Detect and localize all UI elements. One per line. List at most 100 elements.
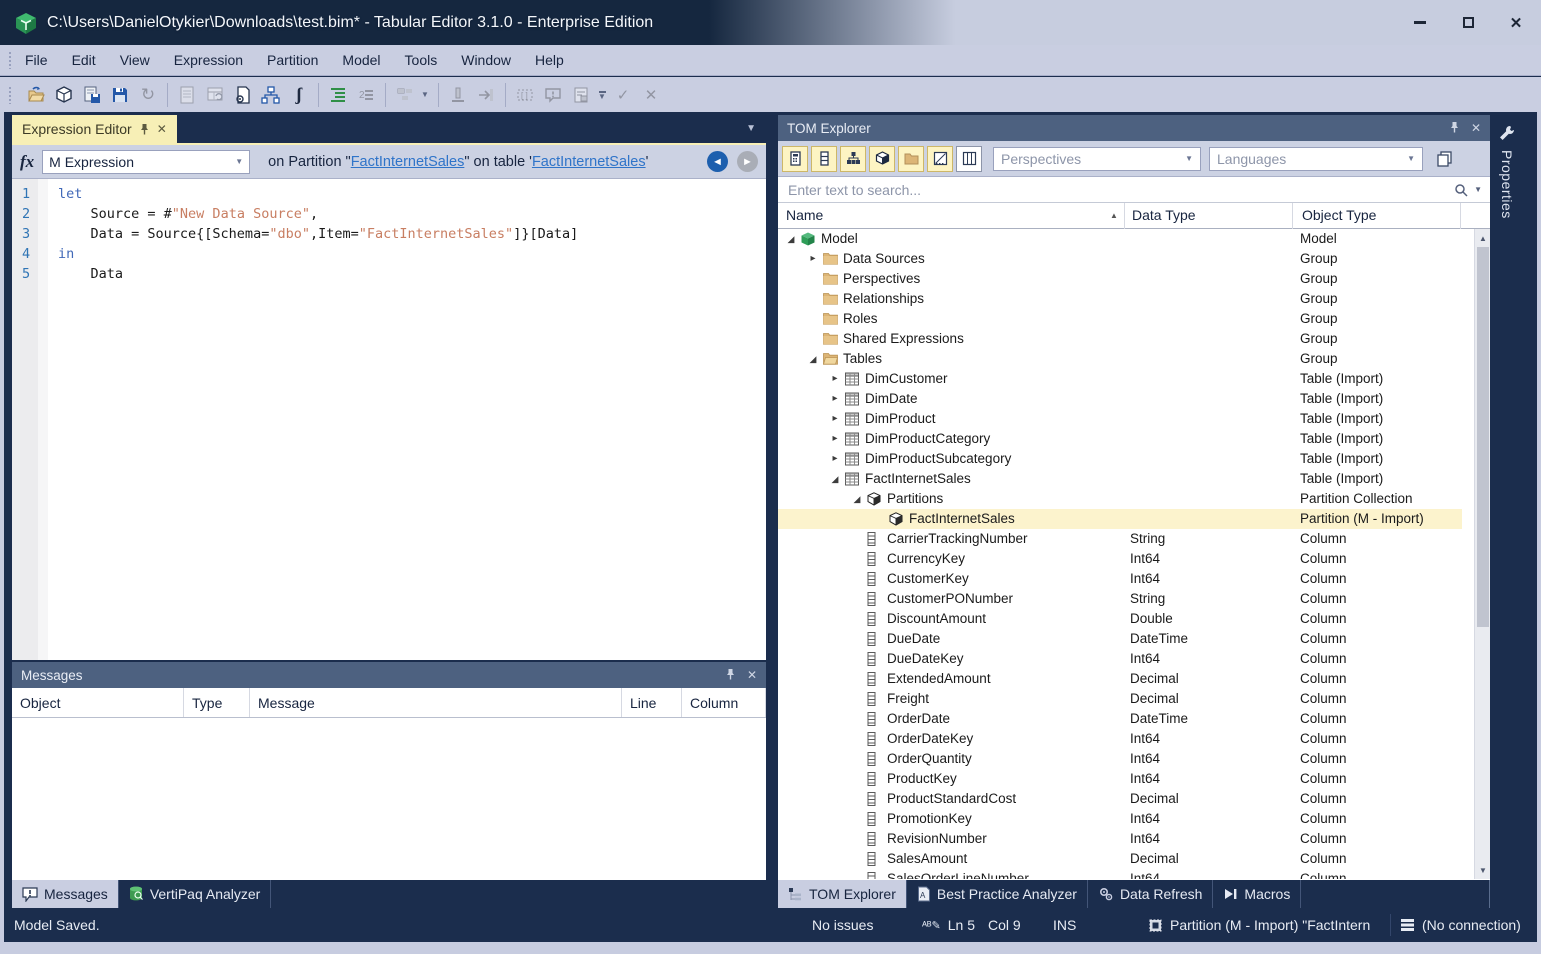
refresh-icon[interactable]: ↻: [136, 83, 160, 107]
tab-data-refresh[interactable]: Data Refresh: [1088, 880, 1213, 908]
messages-grid-body[interactable]: [12, 718, 766, 880]
close-tab-icon[interactable]: ✕: [157, 122, 167, 136]
tree-row[interactable]: RelationshipsGroup: [778, 289, 1462, 309]
navigate-back-icon[interactable]: ◄: [707, 151, 728, 172]
menu-expression[interactable]: Expression: [162, 47, 255, 73]
messages-column-header-message[interactable]: Message: [250, 688, 622, 717]
freeze-icon[interactable]: [446, 83, 470, 107]
duplicate-view-icon[interactable]: [1433, 147, 1457, 171]
show-hierarchies-toggle[interactable]: [840, 146, 866, 172]
code-line[interactable]: let: [58, 184, 578, 204]
layout-dropdown-icon[interactable]: ▼: [421, 90, 431, 99]
partition-link[interactable]: FactInternetSales: [351, 154, 465, 170]
collapse-glyph[interactable]: ◢: [784, 229, 798, 249]
messages-column-header-column[interactable]: Column: [682, 688, 766, 717]
code-line[interactable]: in: [58, 244, 578, 264]
tree-row[interactable]: DueDateDateTimeColumn: [778, 629, 1462, 649]
collapse-glyph[interactable]: ◢: [828, 469, 842, 489]
open-file-icon[interactable]: [24, 83, 48, 107]
column-header-object-type[interactable]: Object Type: [1302, 207, 1376, 223]
scrollbar-thumb[interactable]: [1477, 247, 1489, 627]
tab-tom-explorer[interactable]: TOM Explorer: [778, 880, 907, 908]
annotations-dropdown-icon[interactable]: ▼: [597, 91, 607, 99]
menu-view[interactable]: View: [108, 47, 162, 73]
tree-row[interactable]: RolesGroup: [778, 309, 1462, 329]
tree-row[interactable]: OrderQuantityInt64Column: [778, 749, 1462, 769]
expand-glyph[interactable]: ▸: [828, 369, 842, 389]
scroll-down-icon[interactable]: ▼: [1475, 862, 1490, 878]
new-expression-icon[interactable]: [175, 83, 199, 107]
tree-row[interactable]: FactInternetSalesPartition (M - Import): [778, 509, 1462, 529]
messages-column-header-object[interactable]: Object: [12, 688, 184, 717]
expand-glyph[interactable]: ▸: [828, 449, 842, 469]
tree-row[interactable]: Shared ExpressionsGroup: [778, 329, 1462, 349]
column-header-data-type[interactable]: Data Type: [1132, 207, 1196, 223]
expand-glyph[interactable]: ▸: [806, 249, 820, 269]
perspectives-combobox[interactable]: Perspectives ▼: [993, 147, 1201, 171]
expression-type-combobox[interactable]: M Expression ▼: [42, 150, 250, 174]
menu-window[interactable]: Window: [449, 47, 523, 73]
show-folders-toggle[interactable]: [898, 146, 924, 172]
tree-row[interactable]: ▸DimProductSubcategoryTable (Import): [778, 449, 1462, 469]
connection-text[interactable]: (No connection): [1422, 917, 1521, 933]
tree-row[interactable]: OrderDateKeyInt64Column: [778, 729, 1462, 749]
issues-text[interactable]: No issues: [812, 917, 873, 933]
tree-row[interactable]: ProductStandardCostDecimalColumn: [778, 789, 1462, 809]
tree-row[interactable]: OrderDateDateTimeColumn: [778, 709, 1462, 729]
comment-icon[interactable]: [541, 83, 565, 107]
minimize-button[interactable]: [1403, 8, 1437, 38]
tree-row[interactable]: ▸DimCustomerTable (Import): [778, 369, 1462, 389]
search-options-icon[interactable]: ▼: [1474, 185, 1482, 194]
pin-icon[interactable]: [140, 123, 149, 135]
close-panel-icon[interactable]: ✕: [747, 668, 757, 682]
search-icon[interactable]: [1454, 183, 1468, 197]
menu-edit[interactable]: Edit: [60, 47, 108, 73]
tree-row[interactable]: ◢FactInternetSalesTable (Import): [778, 469, 1462, 489]
menu-tools[interactable]: Tools: [393, 47, 450, 73]
messages-column-header-type[interactable]: Type: [184, 688, 250, 717]
insert-mode-indicator[interactable]: INS: [1053, 917, 1076, 933]
accept-icon[interactable]: ✓: [611, 83, 635, 107]
tree-row[interactable]: ◢PartitionsPartition Collection: [778, 489, 1462, 509]
close-panel-icon[interactable]: ✕: [1471, 121, 1481, 135]
tab-properties[interactable]: Properties: [1498, 124, 1516, 219]
layout-icon[interactable]: [393, 83, 417, 107]
search-input[interactable]: [786, 181, 1454, 199]
show-measures-toggle[interactable]: [782, 146, 808, 172]
m-script-icon[interactable]: ʃ: [287, 83, 311, 107]
tree-row[interactable]: ◢TablesGroup: [778, 349, 1462, 369]
tree-row[interactable]: CurrencyKeyInt64Column: [778, 549, 1462, 569]
import-icon[interactable]: [474, 83, 498, 107]
annotations-icon[interactable]: [569, 83, 593, 107]
tree-row[interactable]: ▸DimDateTable (Import): [778, 389, 1462, 409]
tree-row[interactable]: SalesAmountDecimalColumn: [778, 849, 1462, 869]
table-link[interactable]: FactInternetSales: [532, 154, 646, 170]
tree-row[interactable]: SalesOrderLineNumberInt64Column: [778, 869, 1462, 879]
tree-row[interactable]: CustomerKeyInt64Column: [778, 569, 1462, 589]
menu-model[interactable]: Model: [330, 47, 392, 73]
navigate-forward-icon[interactable]: ►: [737, 151, 758, 172]
script-page-icon[interactable]: [231, 83, 255, 107]
maximize-button[interactable]: [1451, 8, 1485, 38]
tree-row[interactable]: ProductKeyInt64Column: [778, 769, 1462, 789]
show-partitions-toggle[interactable]: [869, 146, 895, 172]
expand-glyph[interactable]: ▸: [828, 389, 842, 409]
tree-row[interactable]: DiscountAmountDoubleColumn: [778, 609, 1462, 629]
tree-row[interactable]: FreightDecimalColumn: [778, 689, 1462, 709]
menu-help[interactable]: Help: [523, 47, 576, 73]
show-columns-toggle[interactable]: [811, 146, 837, 172]
tree-row[interactable]: ▸DimProductCategoryTable (Import): [778, 429, 1462, 449]
save-model-icon[interactable]: [108, 83, 132, 107]
code-line[interactable]: Data = Source{[Schema="dbo",Item="FactIn…: [58, 224, 578, 244]
expand-glyph[interactable]: ▸: [828, 409, 842, 429]
code-line[interactable]: Source = #"New Data Source",: [58, 204, 578, 224]
tab-macros[interactable]: Macros: [1213, 880, 1301, 908]
pin-icon[interactable]: [1450, 121, 1459, 133]
tree-row[interactable]: PerspectivesGroup: [778, 269, 1462, 289]
format-dax-icon[interactable]: [326, 83, 350, 107]
show-hidden-toggle[interactable]: [927, 146, 953, 172]
refresh-table-icon[interactable]: [203, 83, 227, 107]
tree-row[interactable]: CustomerPONumberStringColumn: [778, 589, 1462, 609]
scroll-up-icon[interactable]: ▲: [1475, 230, 1490, 246]
tree-row[interactable]: ◢ModelModel: [778, 229, 1462, 249]
